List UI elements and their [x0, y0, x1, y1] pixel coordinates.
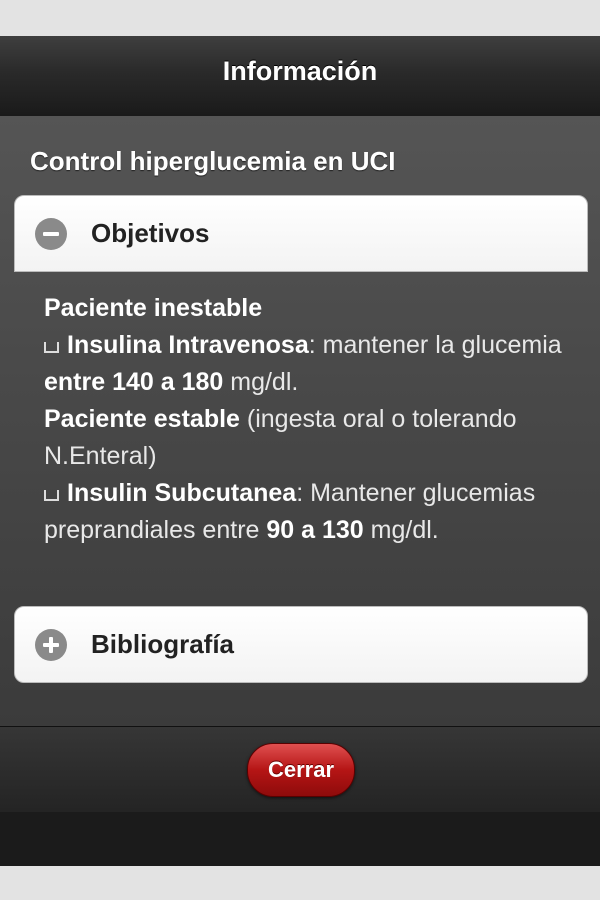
sc-label: Insulin Subcutanea	[67, 479, 297, 507]
screen: Información Control hiperglucemia en UCI…	[0, 36, 600, 866]
checkbox-icon	[44, 342, 59, 353]
collapsible-objetivos[interactable]: Objetivos	[14, 195, 588, 272]
iv-unit: mg/dl.	[223, 368, 299, 396]
bottom-bar	[0, 812, 600, 866]
plus-icon	[35, 629, 67, 661]
iv-label: Insulina Intravenosa	[67, 331, 309, 359]
collapsible-label-objetivos: Objetivos	[91, 218, 210, 248]
close-button[interactable]: Cerrar	[247, 743, 355, 797]
sc-range: 90 a 130	[266, 516, 364, 544]
collapsible-label-bibliografia: Bibliografía	[91, 629, 235, 659]
content-area: Control hiperglucemia en UCI Objetivos P…	[0, 116, 600, 726]
iv-range: entre 140 a 180	[44, 368, 224, 396]
page-title: Información	[222, 56, 378, 86]
header-bar: Información	[0, 36, 600, 117]
objetivos-content: Paciente inestable Insulina Intravenosa:…	[44, 290, 564, 549]
iv-text: : mantener la glucemia	[308, 331, 562, 359]
checkbox-icon	[44, 490, 59, 501]
unstable-heading: Paciente inestable	[44, 294, 263, 322]
section-title: Control hiperglucemia en UCI	[30, 146, 396, 176]
stable-heading: Paciente estable	[44, 405, 240, 433]
collapsible-bibliografia[interactable]: Bibliografía	[14, 606, 588, 683]
minus-icon	[35, 218, 67, 250]
sc-unit: mg/dl.	[363, 516, 439, 544]
